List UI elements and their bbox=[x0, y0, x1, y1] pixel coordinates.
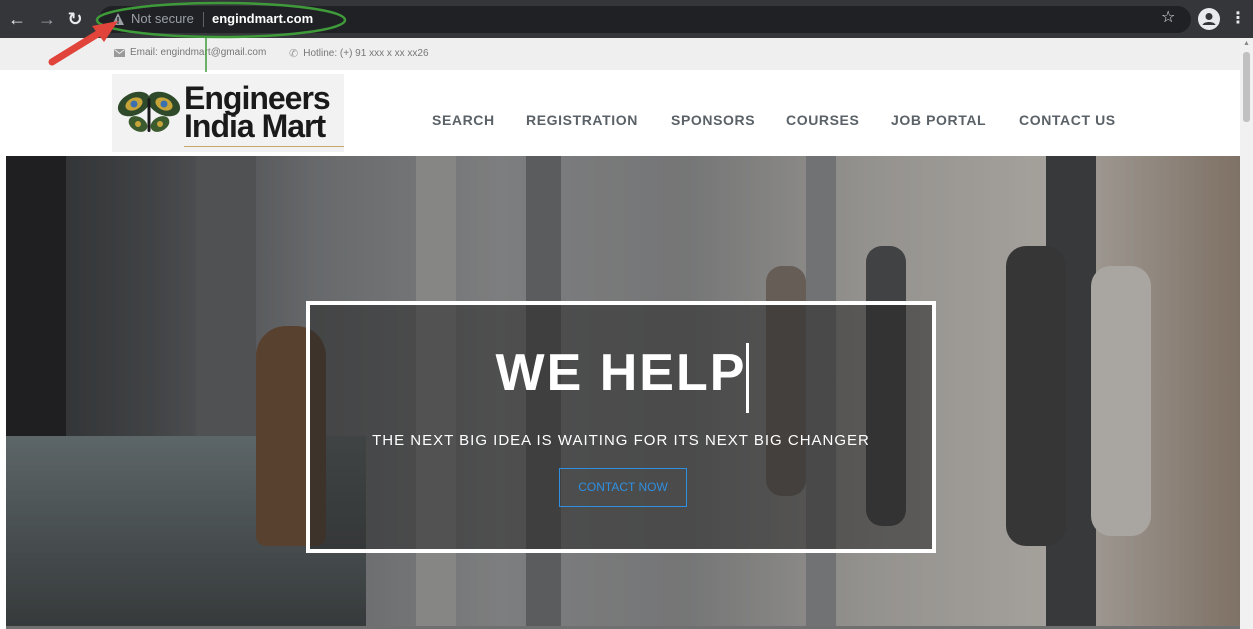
contact-email-text[interactable]: Email: engindmart@gmail.com bbox=[130, 47, 266, 58]
typing-caret bbox=[746, 343, 749, 413]
site-header: Engineers India Mart SEARCH REGISTRATION… bbox=[0, 70, 1240, 156]
person-icon bbox=[1202, 13, 1216, 25]
page-scrollbar[interactable]: ▲ bbox=[1240, 38, 1253, 629]
hero-subtitle: THE NEXT BIG IDEA IS WAITING FOR ITS NEX… bbox=[372, 432, 870, 449]
nav-job-portal[interactable]: JOB PORTAL bbox=[891, 112, 986, 128]
forward-arrow-icon[interactable]: → bbox=[36, 8, 58, 30]
contact-hotline[interactable]: ✆ Hotline: (+) 91 xxx x xx xx26 bbox=[289, 47, 429, 60]
contact-bar: Email: engindmart@gmail.com ✆ Hotline: (… bbox=[0, 38, 1240, 70]
scroll-thumb[interactable] bbox=[1243, 52, 1250, 122]
site-logo[interactable]: Engineers India Mart bbox=[112, 74, 344, 152]
nav-search[interactable]: SEARCH bbox=[432, 112, 495, 128]
bookmark-star-icon[interactable]: ☆ bbox=[1161, 7, 1175, 29]
logo-wordmark: Engineers India Mart bbox=[184, 82, 331, 144]
browser-toolbar: ← → ↻ Not secure engindmart.com ☆ ⋮ bbox=[0, 0, 1253, 38]
nav-contact-us[interactable]: CONTACT US bbox=[1019, 112, 1116, 128]
warning-icon[interactable] bbox=[111, 12, 125, 26]
nav-sponsors[interactable]: SPONSORS bbox=[671, 112, 755, 128]
scroll-up-arrow-icon[interactable]: ▲ bbox=[1243, 40, 1250, 47]
envelope-icon bbox=[114, 48, 125, 57]
hero-caption-box: WE HELP THE NEXT BIG IDEA IS WAITING FOR… bbox=[306, 301, 936, 553]
nav-courses[interactable]: COURSES bbox=[786, 112, 859, 128]
profile-avatar-icon[interactable] bbox=[1198, 8, 1220, 30]
contact-hotline-text[interactable]: Hotline: (+) 91 xxx x xx xx26 bbox=[303, 48, 428, 59]
hero-banner: WE HELP THE NEXT BIG IDEA IS WAITING FOR… bbox=[6, 156, 1240, 629]
nav-registration[interactable]: REGISTRATION bbox=[526, 112, 638, 128]
logo-line-2: India Mart bbox=[184, 108, 326, 144]
reload-icon[interactable]: ↻ bbox=[64, 8, 86, 30]
contact-email[interactable]: Email: engindmart@gmail.com bbox=[114, 47, 266, 58]
phone-icon: ✆ bbox=[289, 48, 299, 60]
url-text[interactable]: engindmart.com bbox=[212, 11, 313, 26]
logo-underline bbox=[184, 146, 344, 147]
security-status[interactable]: Not secure bbox=[131, 11, 194, 26]
browser-menu-icon[interactable]: ⋮ bbox=[1230, 8, 1246, 30]
contact-now-button[interactable]: CONTACT NOW bbox=[559, 468, 687, 507]
omnibox-divider bbox=[203, 12, 204, 27]
butterfly-logo-icon bbox=[117, 91, 181, 132]
address-bar[interactable]: Not secure engindmart.com bbox=[99, 6, 1191, 33]
back-arrow-icon[interactable]: ← bbox=[6, 8, 28, 30]
hero-title: WE HELP bbox=[495, 344, 747, 402]
